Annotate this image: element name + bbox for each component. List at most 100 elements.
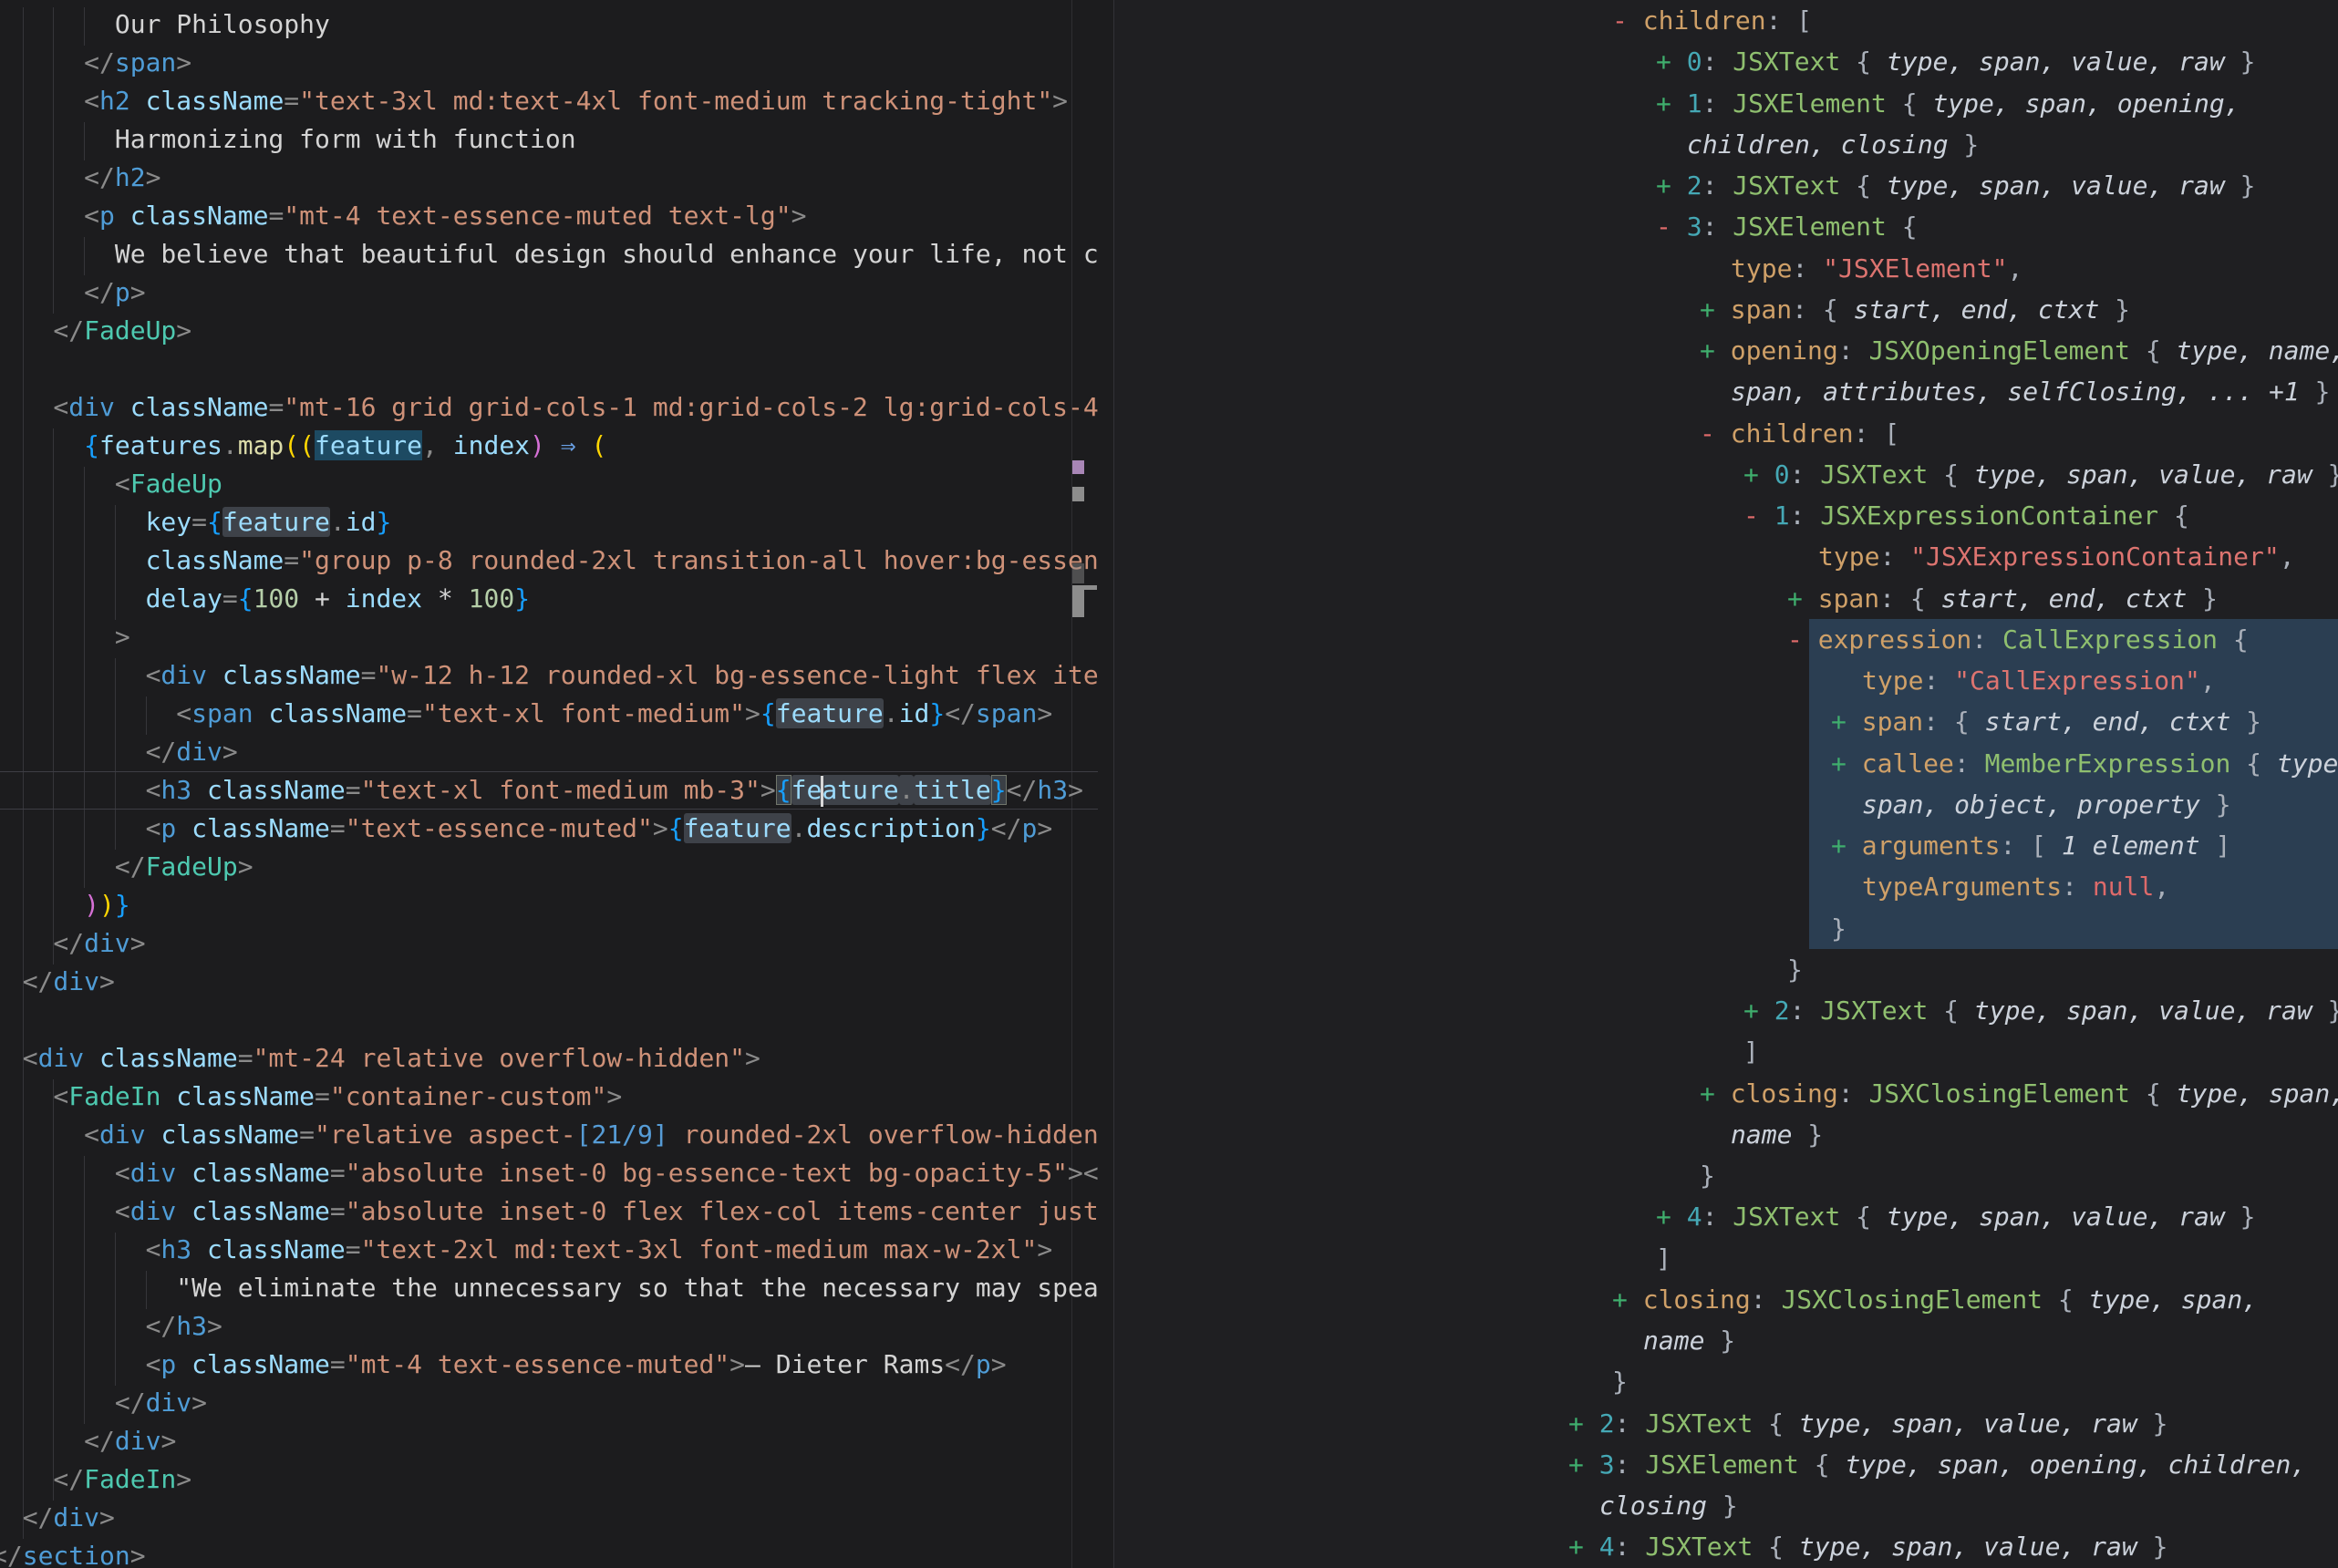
ast-line[interactable]: - expression: CallExpression { bbox=[1114, 619, 2338, 660]
ast-line[interactable]: closing } bbox=[1114, 1485, 2338, 1526]
code-line[interactable]: </FadeIn> bbox=[0, 1460, 1098, 1499]
code-line[interactable]: </div> bbox=[0, 963, 1098, 1001]
code-line[interactable]: </span> bbox=[0, 44, 1098, 82]
ast-line[interactable]: + 2: JSXText { type, span, value, raw } bbox=[1114, 1403, 2338, 1444]
code-line[interactable]: <p className="text-essence-muted">{featu… bbox=[0, 810, 1098, 848]
ast-expand-toggle-icon[interactable]: + bbox=[1831, 707, 1862, 737]
code-line[interactable]: <FadeIn className="container-custom"> bbox=[0, 1078, 1098, 1116]
code-line[interactable]: </p> bbox=[0, 273, 1098, 312]
code-line[interactable]: <h3 className="text-2xl md:text-3xl font… bbox=[0, 1231, 1098, 1269]
ast-line[interactable]: typeArguments: null, bbox=[1114, 866, 2338, 907]
ast-collapse-toggle-icon[interactable]: - bbox=[1700, 418, 1731, 449]
code-line[interactable]: </h3> bbox=[0, 1307, 1098, 1346]
ast-expand-toggle-icon[interactable]: + bbox=[1612, 1284, 1643, 1315]
code-line[interactable]: <div className="mt-24 relative overflow-… bbox=[0, 1039, 1098, 1078]
ast-line[interactable]: + span: { start, end, ctxt } bbox=[1114, 289, 2338, 330]
ast-line[interactable]: - 3: JSXElement { bbox=[1114, 206, 2338, 247]
ast-line[interactable]: type: "CallExpression", bbox=[1114, 660, 2338, 701]
code-line[interactable]: {features.map((feature, index) ⇒ ( bbox=[0, 427, 1098, 465]
ast-expand-toggle-icon[interactable]: + bbox=[1743, 995, 1774, 1026]
ast-line[interactable]: name } bbox=[1114, 1114, 2338, 1155]
code-line[interactable]: <div className="relative aspect-[21/9] r… bbox=[0, 1116, 1098, 1154]
ast-line[interactable]: + 0: JSXText { type, span, value, raw } bbox=[1114, 41, 2338, 82]
code-line[interactable]: <p className="mt-4 text-essence-muted">–… bbox=[0, 1346, 1098, 1384]
code-line[interactable] bbox=[0, 1001, 1098, 1039]
ast-expand-toggle-icon[interactable]: + bbox=[1656, 46, 1687, 77]
code-line[interactable]: </div> bbox=[0, 733, 1098, 771]
ast-line[interactable]: span, object, property } bbox=[1114, 784, 2338, 825]
ast-line[interactable]: children, closing } bbox=[1114, 124, 2338, 165]
code-line[interactable]: <p className="mt-4 text-essence-muted te… bbox=[0, 197, 1098, 235]
ast-expand-toggle-icon[interactable]: + bbox=[1656, 170, 1687, 201]
ast-line[interactable]: span, attributes, selfClosing, ... +1 } bbox=[1114, 371, 2338, 412]
ast-line[interactable]: + span: { start, end, ctxt } bbox=[1114, 578, 2338, 619]
ast-expand-toggle-icon[interactable]: + bbox=[1568, 1408, 1599, 1439]
ast-line[interactable]: type: "JSXElement", bbox=[1114, 248, 2338, 289]
code-line[interactable]: ))} bbox=[0, 886, 1098, 924]
ast-line[interactable]: - 1: JSXExpressionContainer { bbox=[1114, 495, 2338, 536]
ast-expand-toggle-icon[interactable]: + bbox=[1700, 335, 1731, 366]
ast-expand-toggle-icon[interactable]: + bbox=[1568, 1532, 1599, 1562]
code-line[interactable]: </section> bbox=[0, 1537, 1098, 1568]
code-line[interactable]: <span className="text-xl font-medium">{f… bbox=[0, 695, 1098, 733]
ast-expand-toggle-icon[interactable]: + bbox=[1831, 748, 1862, 779]
ast-line[interactable]: ] bbox=[1114, 1031, 2338, 1072]
ast-line[interactable]: } bbox=[1114, 908, 2338, 949]
panel-divider[interactable] bbox=[1113, 0, 1114, 1568]
code-editor-panel[interactable]: Our Philosophy</span><h2 className="text… bbox=[0, 0, 1113, 1568]
code-line[interactable]: <div className="mt-16 grid grid-cols-1 m… bbox=[0, 388, 1098, 427]
ast-line[interactable]: + closing: JSXClosingElement { type, spa… bbox=[1114, 1279, 2338, 1320]
ast-line[interactable]: + arguments: [ 1 element ] bbox=[1114, 825, 2338, 866]
code-line[interactable]: <div className="w-12 h-12 rounded-xl bg-… bbox=[0, 656, 1098, 695]
code-line[interactable]: Our Philosophy bbox=[0, 5, 1098, 44]
code-line[interactable]: </h2> bbox=[0, 159, 1098, 197]
code-line[interactable]: <div className="absolute inset-0 flex fl… bbox=[0, 1192, 1098, 1231]
code-line[interactable]: "We eliminate the unnecessary so that th… bbox=[0, 1269, 1098, 1307]
ast-collapse-toggle-icon[interactable]: - bbox=[1656, 211, 1687, 242]
code-line[interactable]: delay={100 + index * 100} bbox=[0, 580, 1098, 618]
ast-line[interactable]: - children: [ bbox=[1114, 413, 2338, 454]
ast-line[interactable]: + 4: JSXText { type, span, value, raw } bbox=[1114, 1196, 2338, 1237]
ast-expand-toggle-icon[interactable]: + bbox=[1656, 1202, 1687, 1232]
code-line[interactable]: <FadeUp bbox=[0, 465, 1098, 503]
code-line-current[interactable]: <h3 className="text-xl font-medium mb-3"… bbox=[0, 771, 1098, 810]
ast-expand-toggle-icon[interactable]: + bbox=[1700, 294, 1731, 325]
code-line[interactable]: </div> bbox=[0, 1384, 1098, 1422]
code-line[interactable] bbox=[0, 350, 1098, 388]
code-line[interactable]: </div> bbox=[0, 1499, 1098, 1537]
ast-expand-toggle-icon[interactable]: + bbox=[1700, 1078, 1731, 1109]
code-line[interactable]: key={feature.id} bbox=[0, 503, 1098, 542]
ast-line[interactable]: + 4: JSXText { type, span, value, raw } bbox=[1114, 1526, 2338, 1567]
ast-line[interactable]: + 1: JSXElement { type, span, opening, bbox=[1114, 83, 2338, 124]
ast-line[interactable]: + 3: JSXElement { type, span, opening, c… bbox=[1114, 1444, 2338, 1485]
ast-line[interactable]: name } bbox=[1114, 1320, 2338, 1361]
ast-expand-toggle-icon[interactable]: + bbox=[1656, 88, 1687, 119]
ast-line[interactable]: + opening: JSXOpeningElement { type, nam… bbox=[1114, 330, 2338, 371]
ast-line[interactable]: type: "JSXExpressionContainer", bbox=[1114, 536, 2338, 577]
ast-line[interactable]: + callee: MemberExpression { type, bbox=[1114, 743, 2338, 784]
ast-line[interactable]: ] bbox=[1114, 1238, 2338, 1279]
ast-tree-panel[interactable]: - children: [+ 0: JSXText { type, span, … bbox=[1114, 0, 2338, 1568]
code-line[interactable]: We believe that beautiful design should … bbox=[0, 235, 1098, 273]
ast-line[interactable]: + span: { start, end, ctxt } bbox=[1114, 701, 2338, 742]
ast-collapse-toggle-icon[interactable]: - bbox=[1743, 500, 1774, 531]
ast-line[interactable]: + 2: JSXText { type, span, value, raw } bbox=[1114, 165, 2338, 206]
ast-line[interactable]: } bbox=[1114, 1155, 2338, 1196]
code-line[interactable]: > bbox=[0, 618, 1098, 656]
ast-expand-toggle-icon[interactable]: + bbox=[1787, 583, 1818, 614]
code-line[interactable]: </FadeUp> bbox=[0, 848, 1098, 886]
ast-collapse-toggle-icon[interactable]: - bbox=[1612, 5, 1643, 36]
ast-expand-toggle-icon[interactable]: + bbox=[1568, 1449, 1599, 1480]
code-line[interactable]: Harmonizing form with function bbox=[0, 120, 1098, 159]
ast-line[interactable]: - children: [ bbox=[1114, 0, 2338, 41]
code-line[interactable]: </FadeUp> bbox=[0, 312, 1098, 350]
code-line[interactable]: <h2 className="text-3xl md:text-4xl font… bbox=[0, 82, 1098, 120]
ast-line[interactable]: } bbox=[1114, 949, 2338, 990]
code-line[interactable]: <div className="absolute inset-0 bg-esse… bbox=[0, 1154, 1098, 1192]
ast-expand-toggle-icon[interactable]: + bbox=[1743, 459, 1774, 490]
ast-line[interactable]: + 0: JSXText { type, span, value, raw } bbox=[1114, 454, 2338, 495]
code-line[interactable]: </div> bbox=[0, 924, 1098, 963]
ast-line[interactable]: + 2: JSXText { type, span, value, raw } bbox=[1114, 990, 2338, 1031]
ast-line[interactable]: + closing: JSXClosingElement { type, spa… bbox=[1114, 1073, 2338, 1114]
code-line[interactable]: </div> bbox=[0, 1422, 1098, 1460]
